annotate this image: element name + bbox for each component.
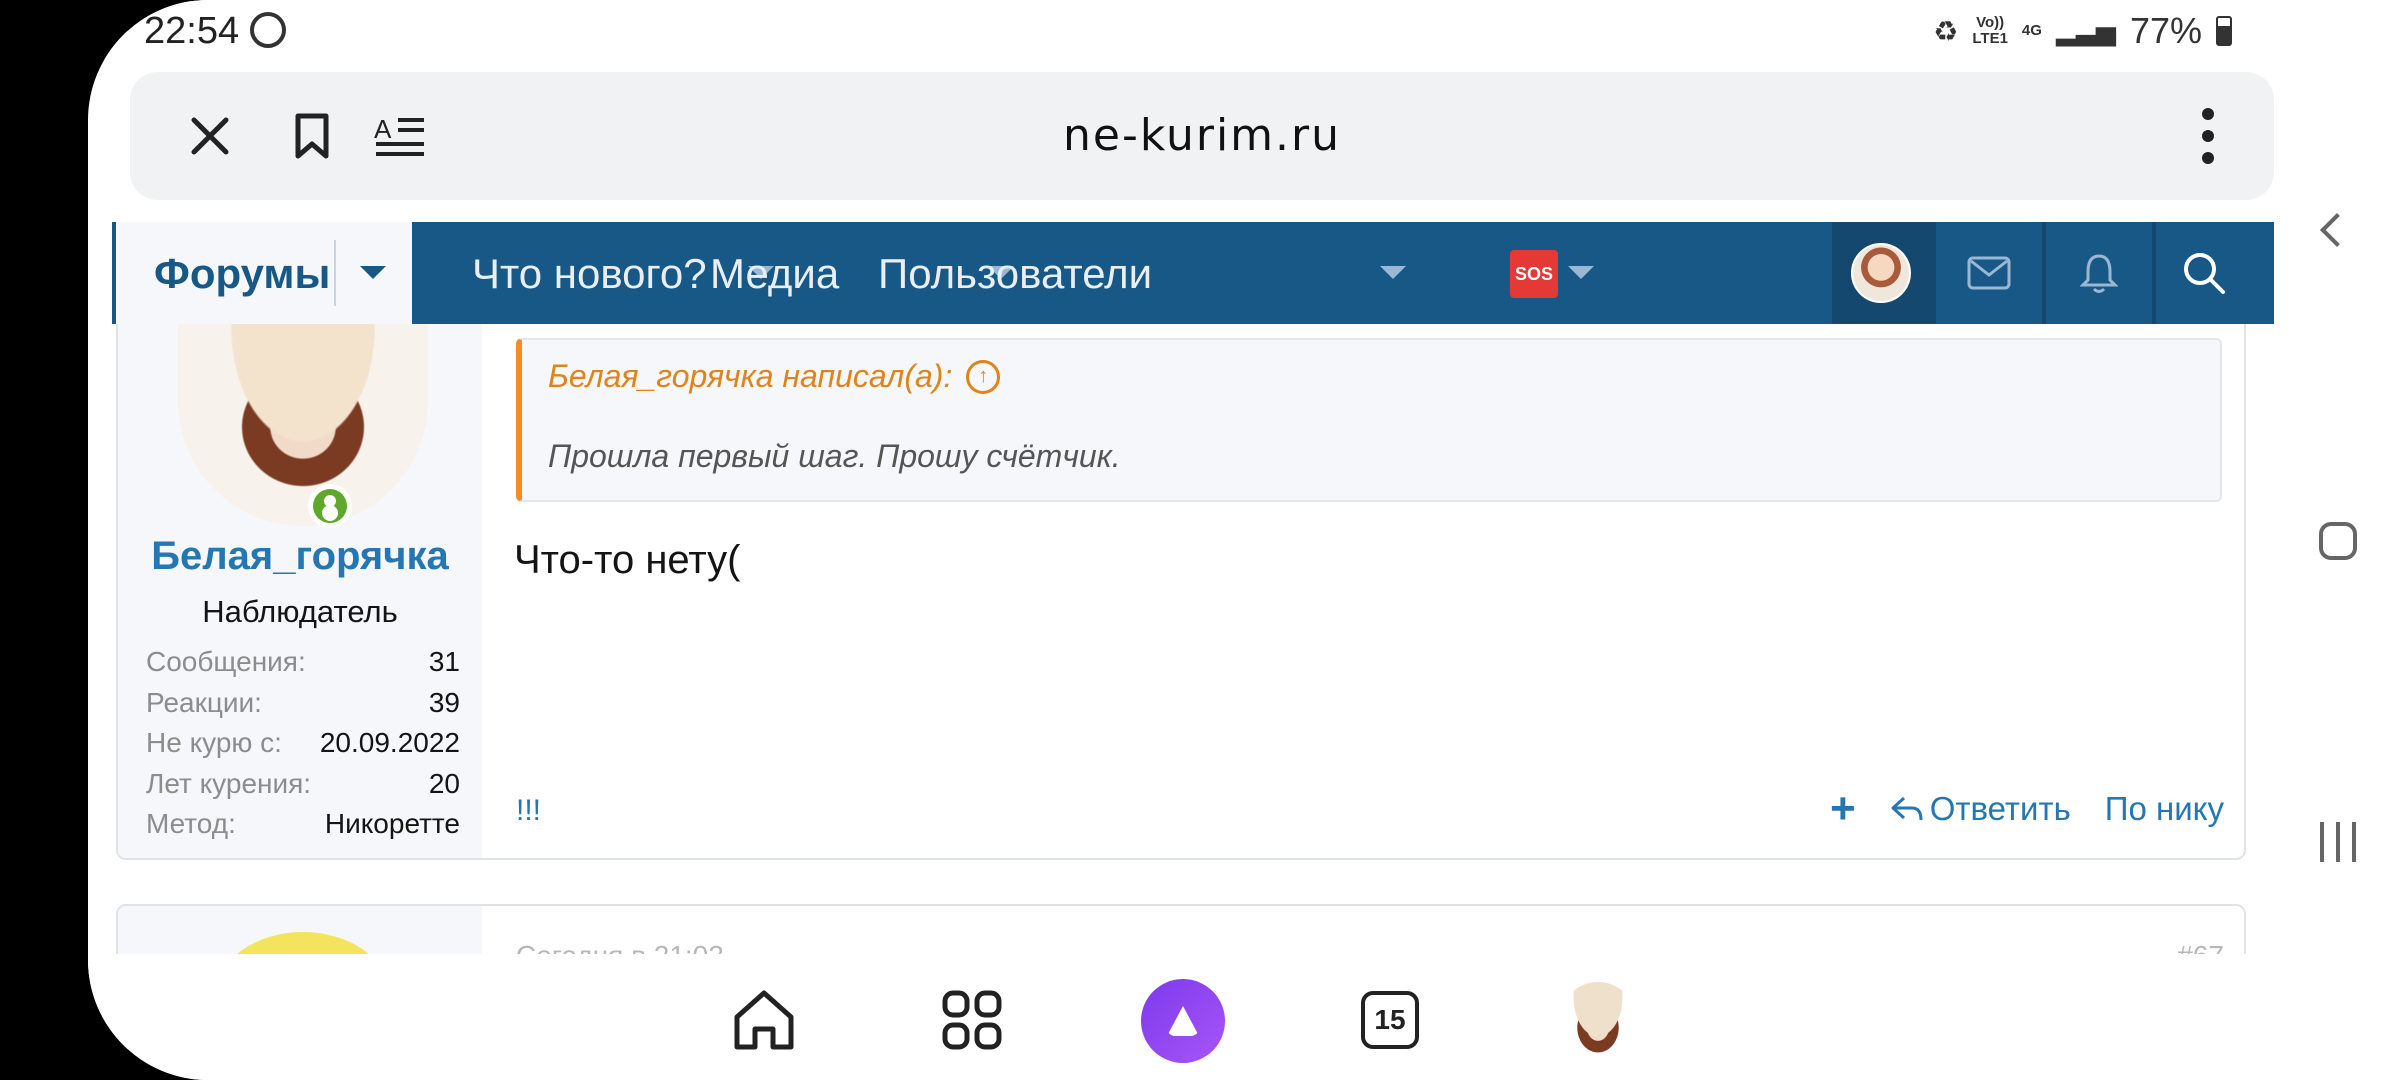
sos-icon[interactable]: SOS [1510, 250, 1558, 298]
status-time: 22:54 [144, 10, 240, 52]
tab-whats-new[interactable]: Что нового? [472, 250, 707, 298]
avatar[interactable] [178, 324, 428, 526]
tab-members[interactable]: Пользователи [878, 250, 1152, 298]
home-icon [734, 990, 794, 1050]
stat-value: 20 [428, 767, 460, 799]
divider [334, 240, 336, 306]
browser-bottom-bar: 15 [88, 954, 2312, 1080]
mail-icon [1967, 256, 2011, 290]
battery-icon [2216, 16, 2232, 46]
tabs-button[interactable]: 15 [1350, 980, 1430, 1060]
grid-icon [942, 990, 1002, 1050]
url-text[interactable]: ne-kurim.ru [130, 110, 2274, 161]
reply-icon [1891, 796, 1923, 821]
alerts-button[interactable] [2046, 222, 2152, 324]
quote-text: Прошла первый шаг. Прошу счётчик. [548, 438, 1121, 474]
tab-forums-label: Форумы [154, 250, 331, 297]
tab-forums[interactable]: Форумы [116, 222, 412, 324]
thread-content: Белая_горячка Наблюдатель Сообщения: 31 Р… [88, 324, 2400, 954]
post-user-column [118, 906, 482, 954]
chevron-down-icon[interactable] [1380, 266, 1406, 279]
stat-key: Не курю с: [146, 727, 282, 759]
signal-icon: ▂▃▅ [2055, 15, 2116, 46]
alice-icon [1141, 979, 1225, 1063]
notification-icon [250, 12, 286, 48]
network-type: 4G [2021, 22, 2042, 39]
browser-screen: 22:54 ♻ Vo)) LTE1 4G ▂▃▅ 77% A ne-kurim.r… [88, 0, 2400, 1080]
chevron-down-icon[interactable] [360, 266, 386, 279]
report-link[interactable]: !!! [516, 794, 541, 828]
by-nick-button[interactable]: По нику [2105, 790, 2224, 828]
address-bar: A ne-kurim.ru [130, 72, 2274, 200]
post-number[interactable]: #67 [2177, 940, 2224, 954]
inbox-button[interactable] [1936, 222, 2042, 324]
stat-key: Лет курения: [146, 767, 312, 799]
avatar [1851, 243, 1911, 303]
post-actions: + Ответить По нику [1830, 787, 2224, 831]
battery-percent: 77% [2129, 10, 2202, 51]
stat-row: Реакции: 39 [146, 683, 460, 724]
profile-button[interactable] [1558, 980, 1638, 1060]
post-user-column: Белая_горячка Наблюдатель Сообщения: 31 Р… [118, 324, 482, 858]
more-vertical-icon[interactable] [2174, 102, 2242, 170]
recent-apps-icon[interactable] [2320, 822, 2356, 862]
status-right: ♻ Vo)) LTE1 4G ▂▃▅ 77% [1933, 10, 2232, 52]
reply-button[interactable]: Ответить [1890, 790, 2071, 828]
tabs-count: 15 [1361, 991, 1419, 1049]
user-stats: Сообщения: 31 Реакции: 39 Не курю с: 20.09.… [146, 642, 460, 845]
stat-key: Метод: [146, 808, 236, 840]
account-avatar-button[interactable] [1832, 222, 1930, 324]
avatar[interactable] [218, 932, 388, 954]
stat-value: 20.09.2022 [319, 727, 460, 759]
post: Белая_горячка Наблюдатель Сообщения: 31 Р… [116, 324, 2246, 860]
arrow-up-circle-icon[interactable]: ↑ [966, 359, 1001, 394]
quote-attribution[interactable]: Белая_горячка написал(а): ↑ [548, 358, 1001, 395]
post-message: Что-то нету( [514, 538, 741, 582]
forum-nav: Форумы Что нового? Медиа Пользователи SO… [112, 222, 2274, 324]
stat-row: Метод: Никоретте [146, 804, 460, 845]
quote-block: Белая_горячка написал(а): ↑ Прошла первы… [516, 338, 2222, 502]
search-icon [2184, 253, 2225, 294]
search-button[interactable] [2156, 222, 2252, 324]
post-username[interactable]: Белая_горячка [118, 534, 482, 579]
recycle-icon: ♻ [1933, 15, 1959, 47]
tab-media[interactable]: Медиа [710, 250, 839, 298]
reply-label: Ответить [1929, 790, 2071, 827]
stat-value: Никоретте [324, 808, 460, 840]
stat-key: Сообщения: [146, 646, 306, 678]
stat-value: 31 [428, 646, 460, 678]
services-button[interactable] [932, 980, 1012, 1060]
stat-row: Сообщения: 31 [146, 642, 460, 683]
online-status-icon [308, 484, 352, 528]
stat-row: Лет курения: 20 [146, 764, 460, 805]
multiquote-button[interactable]: + [1830, 787, 1856, 831]
stat-key: Реакции: [146, 686, 262, 718]
avatar [1560, 982, 1636, 1058]
chevron-down-icon[interactable] [1568, 266, 1594, 279]
home-button[interactable] [724, 980, 804, 1060]
bell-icon [2080, 254, 2118, 293]
post-date[interactable]: Сегодня в 21:02 [516, 940, 724, 954]
user-title: Наблюдатель [202, 594, 398, 629]
quote-author[interactable]: Белая_горячка написал(а): [548, 358, 952, 395]
home-square-icon[interactable] [2319, 522, 2357, 560]
stat-row: Не курю с: 20.09.2022 [146, 723, 460, 764]
next-post: Сегодня в 21:02 #67 [116, 904, 2246, 954]
nav-account-block [1832, 222, 2252, 324]
stat-value: 39 [428, 686, 460, 718]
volte-indicator: Vo)) LTE1 [1972, 14, 2008, 47]
alice-button[interactable] [1138, 976, 1228, 1066]
status-bar: 22:54 ♻ Vo)) LTE1 4G ▂▃▅ 77% [88, 0, 2400, 60]
